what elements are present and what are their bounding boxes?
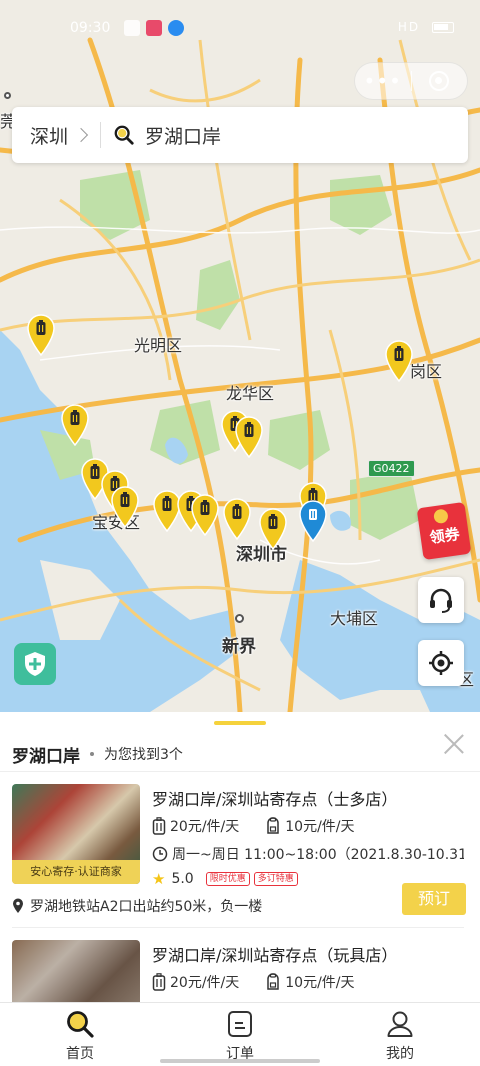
status-bar: 09:30 HD (0, 0, 480, 56)
storage-location-pin[interactable] (384, 340, 414, 383)
map-label-longgang: 岗区 (410, 362, 443, 381)
network-label: HD (397, 20, 421, 34)
store-card[interactable]: 罗湖口岸/深圳站寄存点（玩具店） 20元/件/天 10元/件/天 (0, 940, 480, 1040)
hours-text: 周一~周日 11:00~18:00（2021.8.30-10.31… (172, 847, 464, 863)
browser-app-icon (168, 20, 184, 36)
clock-icon (152, 846, 168, 862)
map-label-xinjie: 新界 (222, 637, 256, 657)
large-price-text: 20元/件/天 (170, 975, 240, 991)
storage-location-pin[interactable] (26, 314, 56, 357)
header-divider (0, 771, 480, 772)
search-bar: 深圳 罗湖口岸 (12, 107, 468, 163)
close-miniprogram-button[interactable] (411, 71, 467, 91)
star-icon: ★ (152, 870, 166, 888)
storage-location-pin[interactable] (60, 404, 90, 447)
safety-shield-button[interactable] (14, 643, 56, 685)
customer-service-button[interactable] (418, 577, 464, 623)
search-input[interactable]: 罗湖口岸 (145, 122, 221, 149)
search-divider (100, 122, 102, 148)
road-badge: G0422 (368, 460, 415, 477)
close-results-button[interactable] (444, 734, 464, 754)
home-indicator (160, 1059, 320, 1063)
tab-orders[interactable]: 订单 (160, 1003, 320, 1066)
map-label-guangming: 光明区 (134, 336, 183, 355)
storage-location-pin[interactable] (258, 508, 288, 551)
target-icon (429, 71, 450, 91)
status-right: HD (398, 20, 454, 34)
battery-icon (432, 22, 454, 33)
store-name: 罗湖口岸/深圳站寄存点（士多店） (152, 790, 398, 809)
storage-location-pin[interactable] (222, 498, 252, 541)
store-name: 罗湖口岸/深圳站寄存点（玩具店） (152, 946, 398, 965)
bottom-tab-bar: 首页 订单 我的 (0, 1002, 480, 1066)
order-icon (228, 1011, 252, 1037)
current-location-pin[interactable] (298, 500, 328, 543)
map-label-dapeng: 大埔区 (330, 609, 379, 628)
backpack-icon (267, 817, 279, 834)
rating-row: ★ 5.0 限时优惠 多订特惠 (152, 870, 298, 888)
city-point-marker-left (4, 92, 11, 99)
store-divider (12, 927, 464, 928)
locate-icon (429, 651, 453, 675)
large-price-text: 20元/件/天 (170, 819, 240, 835)
store-thumbnail[interactable]: 安心寄存·认证商家 (12, 784, 140, 884)
promo-tag-multi: 多订特惠 (253, 872, 298, 886)
tab-mine-label: 我的 (386, 1046, 414, 1062)
headset-icon (430, 588, 452, 613)
location-pin-icon (13, 898, 23, 913)
location-text: 罗湖地铁站A2口出站约50米，负一楼 (30, 899, 263, 915)
storage-location-pin[interactable] (190, 494, 220, 537)
shield-icon (25, 652, 45, 676)
video-app-icon (146, 20, 162, 36)
small-luggage-price: 10元/件/天 (265, 816, 355, 836)
certified-badge: 安心寄存·认证商家 (12, 860, 140, 884)
small-price-text: 10元/件/天 (285, 975, 355, 991)
more-menu-button[interactable]: ••• (355, 71, 411, 91)
storage-location-pin[interactable] (110, 486, 140, 529)
price-row: 20元/件/天 10元/件/天 (152, 972, 381, 992)
store-card[interactable]: 安心寄存·认证商家 罗湖口岸/深圳站寄存点（士多店） 20元/件/天 10元/件… (0, 784, 480, 934)
status-app-icons (124, 20, 184, 36)
search-icon (114, 125, 134, 145)
locate-me-button[interactable] (418, 640, 464, 686)
search-tab-icon (67, 1011, 94, 1038)
store-location: 罗湖地铁站A2口出站约50米，负一楼 (12, 896, 262, 916)
drag-handle[interactable] (214, 721, 266, 725)
header-dot (90, 752, 94, 756)
results-count: 为您找到3个 (104, 747, 183, 763)
results-title: 罗湖口岸 (12, 746, 80, 767)
small-luggage-price: 10元/件/天 (265, 972, 355, 992)
tab-mine[interactable]: 我的 (320, 1003, 480, 1066)
tab-home[interactable]: 首页 (0, 1003, 160, 1066)
chevron-right-icon (73, 127, 89, 143)
coupon-button[interactable]: 领券 (416, 501, 472, 561)
city-point-marker (235, 614, 244, 623)
price-row: 20元/件/天 10元/件/天 (152, 816, 381, 836)
business-hours: 周一~周日 11:00~18:00（2021.8.30-10.31… (152, 844, 464, 864)
city-selector[interactable]: 深圳 (30, 122, 68, 149)
suitcase-icon (152, 817, 166, 835)
book-button[interactable]: 预订 (402, 883, 466, 915)
results-header: 罗湖口岸 为您找到3个 (0, 734, 480, 774)
storage-location-pin[interactable] (234, 416, 264, 459)
promo-tag-limited: 限时优惠 (205, 872, 250, 886)
suitcase-icon (152, 973, 166, 991)
tab-home-label: 首页 (66, 1046, 94, 1062)
user-icon (387, 1011, 413, 1037)
map-label-longhua: 龙华区 (226, 384, 275, 403)
large-luggage-price: 20元/件/天 (152, 816, 239, 836)
status-time: 09:30 (70, 20, 111, 36)
backpack-icon (267, 973, 279, 990)
small-price-text: 10元/件/天 (285, 819, 355, 835)
rating-value: 5.0 (171, 871, 194, 887)
app-notification-icon (124, 20, 140, 36)
miniprogram-capsule: ••• (354, 62, 468, 100)
results-panel: 罗湖口岸 为您找到3个 安心寄存·认证商家 罗湖口岸/深圳站寄存点（士多店） 2… (0, 712, 480, 1040)
large-luggage-price: 20元/件/天 (152, 972, 239, 992)
